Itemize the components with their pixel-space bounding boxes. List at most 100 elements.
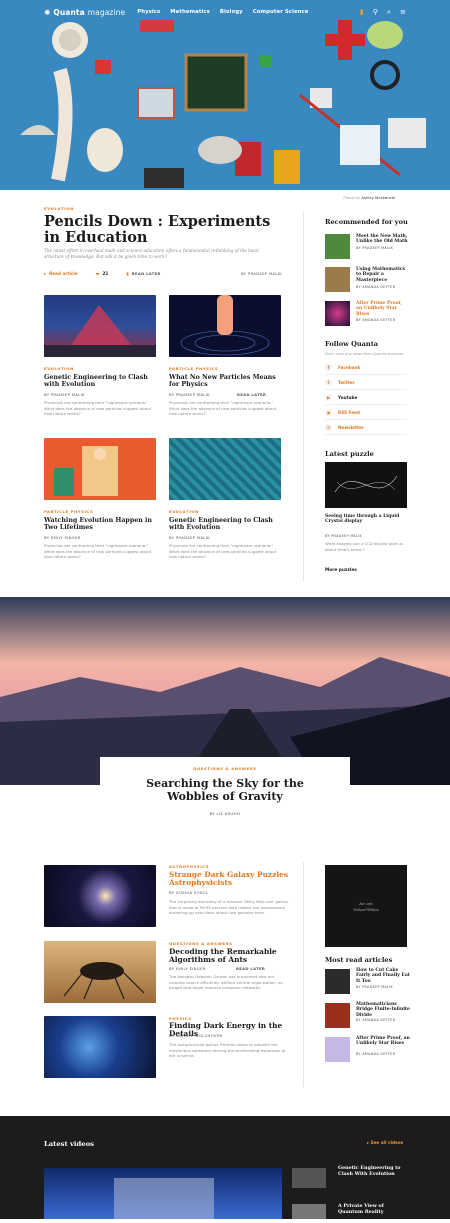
puzzle-title[interactable]: Seeing time through a Liquid Crystal dis… <box>325 514 407 525</box>
user-icon[interactable]: ⚲ <box>373 8 378 17</box>
youtube-link[interactable]: ▶ Youtube <box>325 390 407 405</box>
bookmark-icon[interactable]: ▮ <box>360 8 364 17</box>
twitter-link[interactable]: t Twitter <box>325 375 407 390</box>
twitter-icon: t <box>325 378 332 386</box>
photo-credit: Photo by Ashley Mackenzie <box>343 195 395 200</box>
article-lead: The latest effort to overhaul math and s… <box>44 248 260 260</box>
site-logo[interactable]: ✺ Quanta magazine <box>44 8 125 17</box>
rec-thumb-1[interactable] <box>325 234 350 259</box>
article-category[interactable]: Evolution <box>44 206 74 211</box>
facebook-link[interactable]: f Facebook <box>325 360 407 375</box>
card-2-meta: By Pradeep Malik <box>169 392 210 397</box>
most-read-title-1[interactable]: How to Cut Cake Fairly and Finally Eat I… <box>356 968 411 984</box>
list-2-title[interactable]: Decoding the Remarkable Algorithms of An… <box>169 947 289 965</box>
card-1-category[interactable]: Evolution <box>44 366 74 371</box>
comment-icon: ▬ <box>95 271 100 276</box>
video-title-1[interactable]: Genetic Engineering to Clash With Evolut… <box>338 1165 408 1178</box>
card-image-3[interactable] <box>44 438 156 500</box>
most-read-thumb-2[interactable] <box>325 1003 350 1028</box>
feature-card[interactable]: Questions & Answers Searching the Sky fo… <box>100 757 350 837</box>
most-read-title-2[interactable]: Mathematicians Bridge Finite-Infinite Di… <box>356 1002 411 1018</box>
article-title[interactable]: Pencils Down : Experiments in Education <box>44 214 274 246</box>
rss-link[interactable]: ◉ RSS Feed <box>325 405 407 420</box>
list-1-text: The surprising discovery of a massive 'M… <box>169 899 289 916</box>
video-thumb-2[interactable] <box>292 1204 326 1219</box>
hero-image: ✺ Quanta magazine Physics Mathematics Bio… <box>0 0 450 190</box>
feature-title[interactable]: Searching the Sky for the Wobbles of Gra… <box>120 777 330 803</box>
nav-mathematics[interactable]: Mathematics <box>170 9 210 15</box>
list-image-1[interactable] <box>44 865 156 927</box>
article-author[interactable]: By Pradeep Malik <box>241 271 282 276</box>
nav-biology[interactable]: Biology <box>220 9 243 15</box>
see-all-videos-link[interactable]: ▸ See all videos <box>367 1140 403 1145</box>
article-actions: ▸ Read article ▬ 21 ▮ Read later By Prad… <box>44 271 282 276</box>
list-1-title[interactable]: Strange Dark Galaxy Puzzles Astrophysici… <box>169 870 289 888</box>
youtube-icon: ▶ <box>325 393 332 401</box>
card-image-1[interactable] <box>44 295 156 357</box>
card-3-meta: By Emily Singer <box>44 535 81 540</box>
list-divider <box>303 862 304 1087</box>
card-4-excerpt: Physicists are confronting their "nightm… <box>169 543 277 560</box>
ad-unit[interactable]: Ad unit 300px*580px <box>325 865 407 947</box>
rec-by-3: By Amanda Gefter <box>356 318 396 322</box>
sidebar-divider <box>303 212 304 582</box>
video-main-thumb[interactable] <box>44 1168 282 1219</box>
logo-text-a: Quanta <box>53 7 85 17</box>
nav-computer-science[interactable]: Computer Science <box>253 9 309 15</box>
card-3-title[interactable]: Watching Evolution Happen in Two Lifetim… <box>44 517 154 531</box>
read-article-link[interactable]: Read article <box>49 271 77 276</box>
puzzle-heading: Latest puzzle <box>325 450 374 458</box>
card-4-category[interactable]: Evolution <box>169 509 199 514</box>
card-1-meta: By Pradeep Malik <box>44 392 85 397</box>
rec-thumb-3[interactable] <box>325 301 350 326</box>
card-2-excerpt: Physicists are confronting their "nightm… <box>169 400 277 417</box>
puzzle-text: What insights can a LCD display give us … <box>325 541 403 552</box>
card-2-read-later[interactable]: Read later <box>237 392 266 397</box>
search-icon[interactable]: ⌕ <box>387 8 391 17</box>
play-icon: ▸ <box>44 271 47 276</box>
most-read-thumb-3[interactable] <box>325 1037 350 1062</box>
feature-author: By Liz Kruesi <box>209 811 241 816</box>
main-nav: Physics Mathematics Biology Computer Sci… <box>137 9 308 15</box>
puzzle-image[interactable] <box>325 462 407 508</box>
puzzle-by: By Pradeep Malik <box>325 534 363 538</box>
most-read-thumb-1[interactable] <box>325 969 350 994</box>
most-read-heading: Most read articles <box>325 956 393 964</box>
card-3-category[interactable]: Particle Physics <box>44 509 93 514</box>
rec-title-3[interactable]: After Prime Proof, an Unlikely Star Rise… <box>356 301 408 317</box>
list-2-read-later[interactable]: Read later <box>236 966 265 971</box>
card-2-title[interactable]: What No New Particles Means for Physics <box>169 374 279 388</box>
logo-icon: ✺ <box>44 7 51 17</box>
read-later-button[interactable]: Read later <box>132 271 161 276</box>
nav-physics[interactable]: Physics <box>137 9 160 15</box>
more-puzzles-link[interactable]: More puzzles <box>325 568 357 573</box>
list-1-category[interactable]: Astrophysics <box>169 864 209 869</box>
most-read-by-2: By Amanda Gefter <box>356 1018 396 1022</box>
card-image-4[interactable] <box>169 438 281 500</box>
card-2-category[interactable]: Particle Physics <box>169 366 218 371</box>
list-3-text: The astrophysicist Joshua Frieman seeks … <box>169 1042 286 1059</box>
comment-count[interactable]: 21 <box>103 271 109 276</box>
card-4-title[interactable]: Genetic Engineering to Clash with Evolut… <box>169 517 279 531</box>
list-image-3[interactable] <box>44 1016 156 1078</box>
hero-illustration <box>0 0 450 190</box>
follow-list: f Facebook t Twitter ▶ Youtube ◉ RSS Feed ✉ N… <box>325 360 407 435</box>
menu-icon[interactable]: ≡ <box>400 8 406 17</box>
rec-title-1[interactable]: Meet the New Math, Unlike the Old Math <box>356 234 408 245</box>
video-title-2[interactable]: A Private View of Quantum Reality <box>338 1203 408 1216</box>
video-thumb-1[interactable] <box>292 1168 326 1188</box>
newsletter-link[interactable]: ✉ Newsletter <box>325 420 407 435</box>
feature-category[interactable]: Questions & Answers <box>100 766 350 771</box>
header-icons: ▮ ⚲ ⌕ ≡ <box>360 8 406 17</box>
list-2-by: By Emily Singer <box>169 966 206 971</box>
follow-subtext: Don't miss any news from Quanta anymore <box>325 352 404 356</box>
rec-title-2[interactable]: Using Mathematics to Repair a Masterpiec… <box>356 267 408 283</box>
card-1-title[interactable]: Genetic Engineering to Clash with Evolut… <box>44 374 154 388</box>
list-2-category[interactable]: Questions & Answers <box>169 941 232 946</box>
rec-by-1: By Pradeep Malik <box>356 246 394 250</box>
rec-thumb-2[interactable] <box>325 267 350 292</box>
most-read-title-3[interactable]: After Prime Proof, an Unlikely Star Rise… <box>356 1036 411 1047</box>
list-image-2[interactable] <box>44 941 156 1003</box>
card-image-2[interactable] <box>169 295 281 357</box>
list-1-by: By Joshua Sokol <box>169 890 209 895</box>
